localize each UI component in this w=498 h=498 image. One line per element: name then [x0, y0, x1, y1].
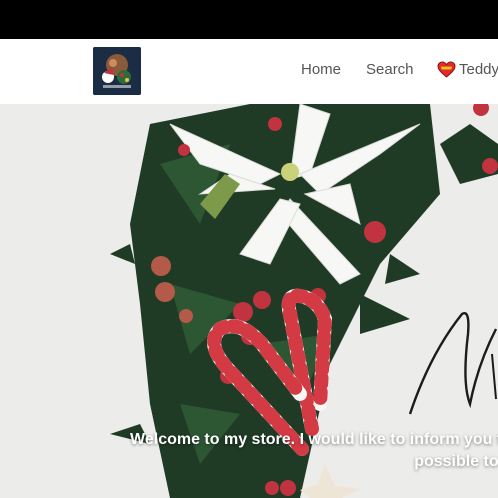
site-header: Home Search Teddy	[0, 39, 498, 105]
nav-teddy-link[interactable]: Teddy	[437, 61, 498, 78]
nav-home-link[interactable]: Home	[301, 61, 341, 78]
hero-line-1: Welcome to my store. I would like to inf…	[130, 431, 498, 448]
main-nav: Home Search Teddy	[0, 39, 498, 104]
hero-line-2: possible to e	[414, 453, 498, 470]
hero-banner: Welcome to my store. I would like to inf…	[0, 104, 498, 498]
heart-icon	[437, 61, 456, 78]
hero-welcome-text: Welcome to my store. I would like to inf…	[92, 429, 498, 473]
nav-search-link[interactable]: Search	[366, 61, 414, 78]
top-black-bar	[0, 0, 498, 39]
nav-teddy-label: Teddy	[459, 61, 498, 78]
